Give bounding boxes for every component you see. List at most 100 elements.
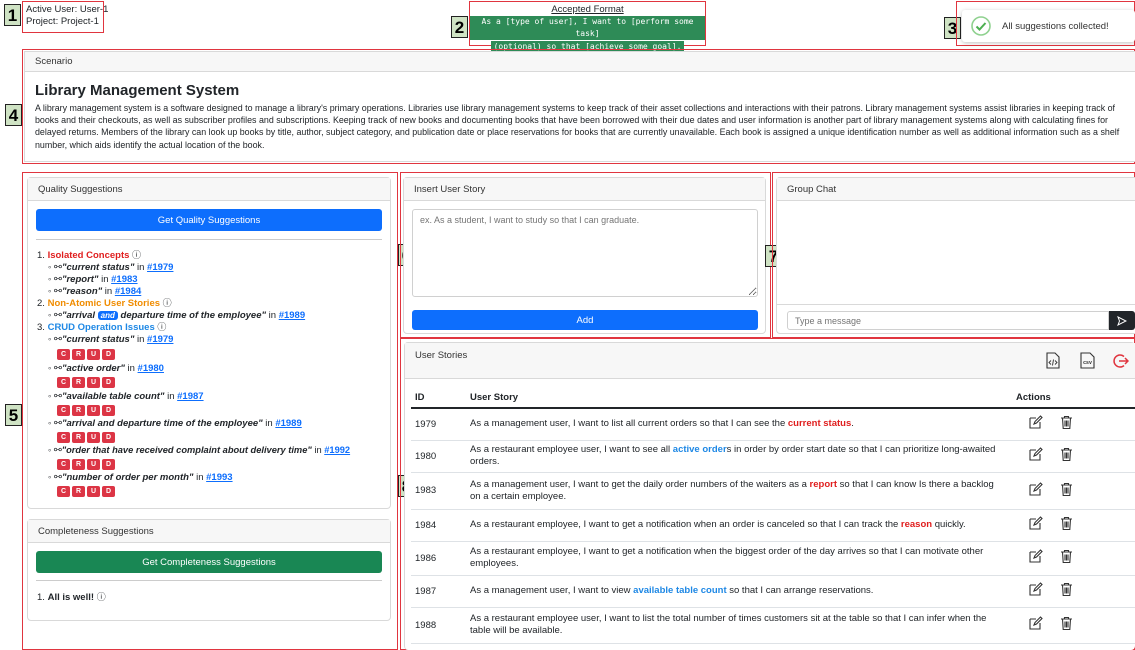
story-text-pre: As a management user, I want to get the … (470, 478, 810, 490)
story-link[interactable]: #1992 (324, 445, 350, 455)
crud-c-badge: C (57, 377, 70, 388)
get-completeness-button[interactable]: Get Completeness Suggestions (36, 551, 382, 573)
story-text: As a restaurant employee, I want to get … (470, 509, 1016, 542)
crud-item-1: ◦ ⚯"current status" in #1979 (48, 334, 174, 345)
quality-category-3: 3. CRUD Operation Issues ⓘ (37, 322, 166, 334)
logout-icon[interactable] (1113, 353, 1130, 369)
status-text: All suggestions collected! (1002, 20, 1109, 32)
crud-u-badge: U (87, 377, 100, 388)
edit-icon[interactable] (1028, 616, 1043, 634)
crud-u-badge: U (87, 432, 100, 443)
story-text: As a management user, I want to view ava… (470, 575, 1016, 608)
format-title: Accepted Format (551, 4, 624, 15)
edit-icon[interactable] (1028, 415, 1043, 433)
add-story-button[interactable]: Add (412, 310, 758, 330)
info-icon[interactable]: ⓘ (132, 250, 141, 260)
delete-icon[interactable] (1060, 482, 1073, 500)
isolated-item-2: ◦ ⚯"report" in #1983 (48, 274, 138, 285)
col-id-header: ID (415, 392, 425, 403)
story-text-post: so that I can arrange reservations. (726, 585, 874, 596)
table-row: 1983 As a management user, I want to get … (411, 472, 1135, 510)
in-text: in (101, 274, 109, 285)
project-label: Project: Project-1 (26, 16, 99, 27)
crud-item-6: ◦ ⚯"number of order per month" in #1993 (48, 472, 233, 483)
send-icon (1117, 315, 1127, 326)
story-link[interactable]: #1989 (279, 310, 305, 321)
insert-header: Insert User Story (404, 178, 765, 201)
info-icon[interactable]: ⓘ (97, 592, 106, 602)
story-link[interactable]: #1980 (138, 363, 164, 374)
in-text: in (127, 363, 135, 374)
crud-badges-6: CRUD (57, 485, 117, 497)
crud-r-badge: R (72, 432, 85, 443)
and-badge: and (97, 311, 118, 320)
quality-category-num: 3. (37, 322, 45, 333)
info-icon[interactable]: ⓘ (163, 298, 172, 308)
story-link[interactable]: #1993 (206, 472, 232, 483)
crud-u-badge: U (87, 486, 100, 497)
stories-table-body: 1979 As a management user, I want to list… (411, 408, 1135, 644)
delete-icon[interactable] (1060, 447, 1073, 465)
crud-c-badge: C (57, 405, 70, 416)
delete-icon[interactable] (1060, 415, 1073, 433)
story-highlight: report (809, 478, 837, 490)
crud-c-badge: C (57, 349, 70, 360)
story-text: As a restaurant employee user, I want to… (470, 607, 1016, 644)
story-actions (1016, 541, 1135, 576)
story-text: As a restaurant employee user, I want to… (470, 440, 1016, 473)
story-id: 1986 (411, 541, 470, 576)
scenario-text: A library management system is a softwar… (35, 103, 1120, 150)
crud-c-badge: C (57, 486, 70, 497)
story-text: As a restaurant employee, I want to get … (470, 541, 1016, 576)
delete-icon[interactable] (1060, 549, 1073, 567)
story-text-pre: As a management user, I want to list all… (470, 418, 788, 430)
user-info: Active User: User-1 Project: Project-1 (26, 4, 108, 28)
story-text-pre: As a management user, I want to view (470, 585, 634, 596)
crud-term: "number of order per month" (61, 472, 194, 483)
crud-badges-5: CRUD (57, 458, 117, 470)
send-button[interactable] (1109, 311, 1135, 330)
edit-icon[interactable] (1028, 447, 1043, 465)
csv-export-icon[interactable]: csv (1080, 352, 1095, 369)
in-text: in (104, 286, 113, 297)
edit-icon[interactable] (1028, 481, 1043, 500)
xml-export-icon[interactable] (1046, 352, 1060, 369)
crud-r-badge: R (72, 377, 85, 388)
edit-icon[interactable] (1028, 549, 1043, 567)
nonatomic-term-pre: "arrival (61, 310, 96, 321)
unlink-icon: ⚯ (54, 363, 62, 374)
edit-icon[interactable] (1028, 582, 1043, 600)
quality-category-2: 2. Non-Atomic User Stories ⓘ (37, 298, 172, 310)
quality-divider (36, 239, 382, 240)
info-icon[interactable]: ⓘ (157, 322, 166, 332)
story-actions (1016, 575, 1135, 608)
story-link[interactable]: #1989 (275, 418, 301, 429)
isolated-term: "current status" (61, 262, 135, 273)
get-quality-button[interactable]: Get Quality Suggestions (36, 209, 382, 231)
isolated-item-1: ◦ ⚯"current status" in #1979 (48, 262, 174, 273)
story-link[interactable]: #1983 (111, 274, 137, 285)
edit-icon[interactable] (1028, 516, 1043, 534)
marker-2: 2 (451, 16, 468, 38)
completeness-item-num: 1. (37, 592, 45, 603)
delete-icon[interactable] (1060, 616, 1073, 634)
status-toast: All suggestions collected! (962, 10, 1135, 42)
chat-divider (777, 304, 1135, 305)
delete-icon[interactable] (1060, 582, 1073, 600)
unlink-icon: ⚯ (54, 418, 62, 429)
crud-item-2: ◦ ⚯"active order" in #1980 (48, 363, 164, 374)
user-story-input[interactable] (412, 209, 758, 297)
story-link[interactable]: #1979 (147, 262, 173, 273)
unlink-icon: ⚯ (54, 334, 62, 345)
story-link[interactable]: #1979 (147, 334, 173, 345)
isolated-term: "reason" (61, 286, 103, 297)
story-highlight: available table count (633, 585, 727, 596)
story-link[interactable]: #1984 (115, 286, 141, 297)
crud-c-badge: C (57, 432, 70, 443)
crud-d-badge: D (102, 459, 115, 470)
chat-message-input[interactable] (787, 311, 1109, 330)
delete-icon[interactable] (1060, 516, 1073, 534)
story-link[interactable]: #1987 (177, 391, 203, 402)
crud-r-badge: R (72, 459, 85, 470)
quality-category-label: Isolated Concepts (47, 250, 130, 261)
